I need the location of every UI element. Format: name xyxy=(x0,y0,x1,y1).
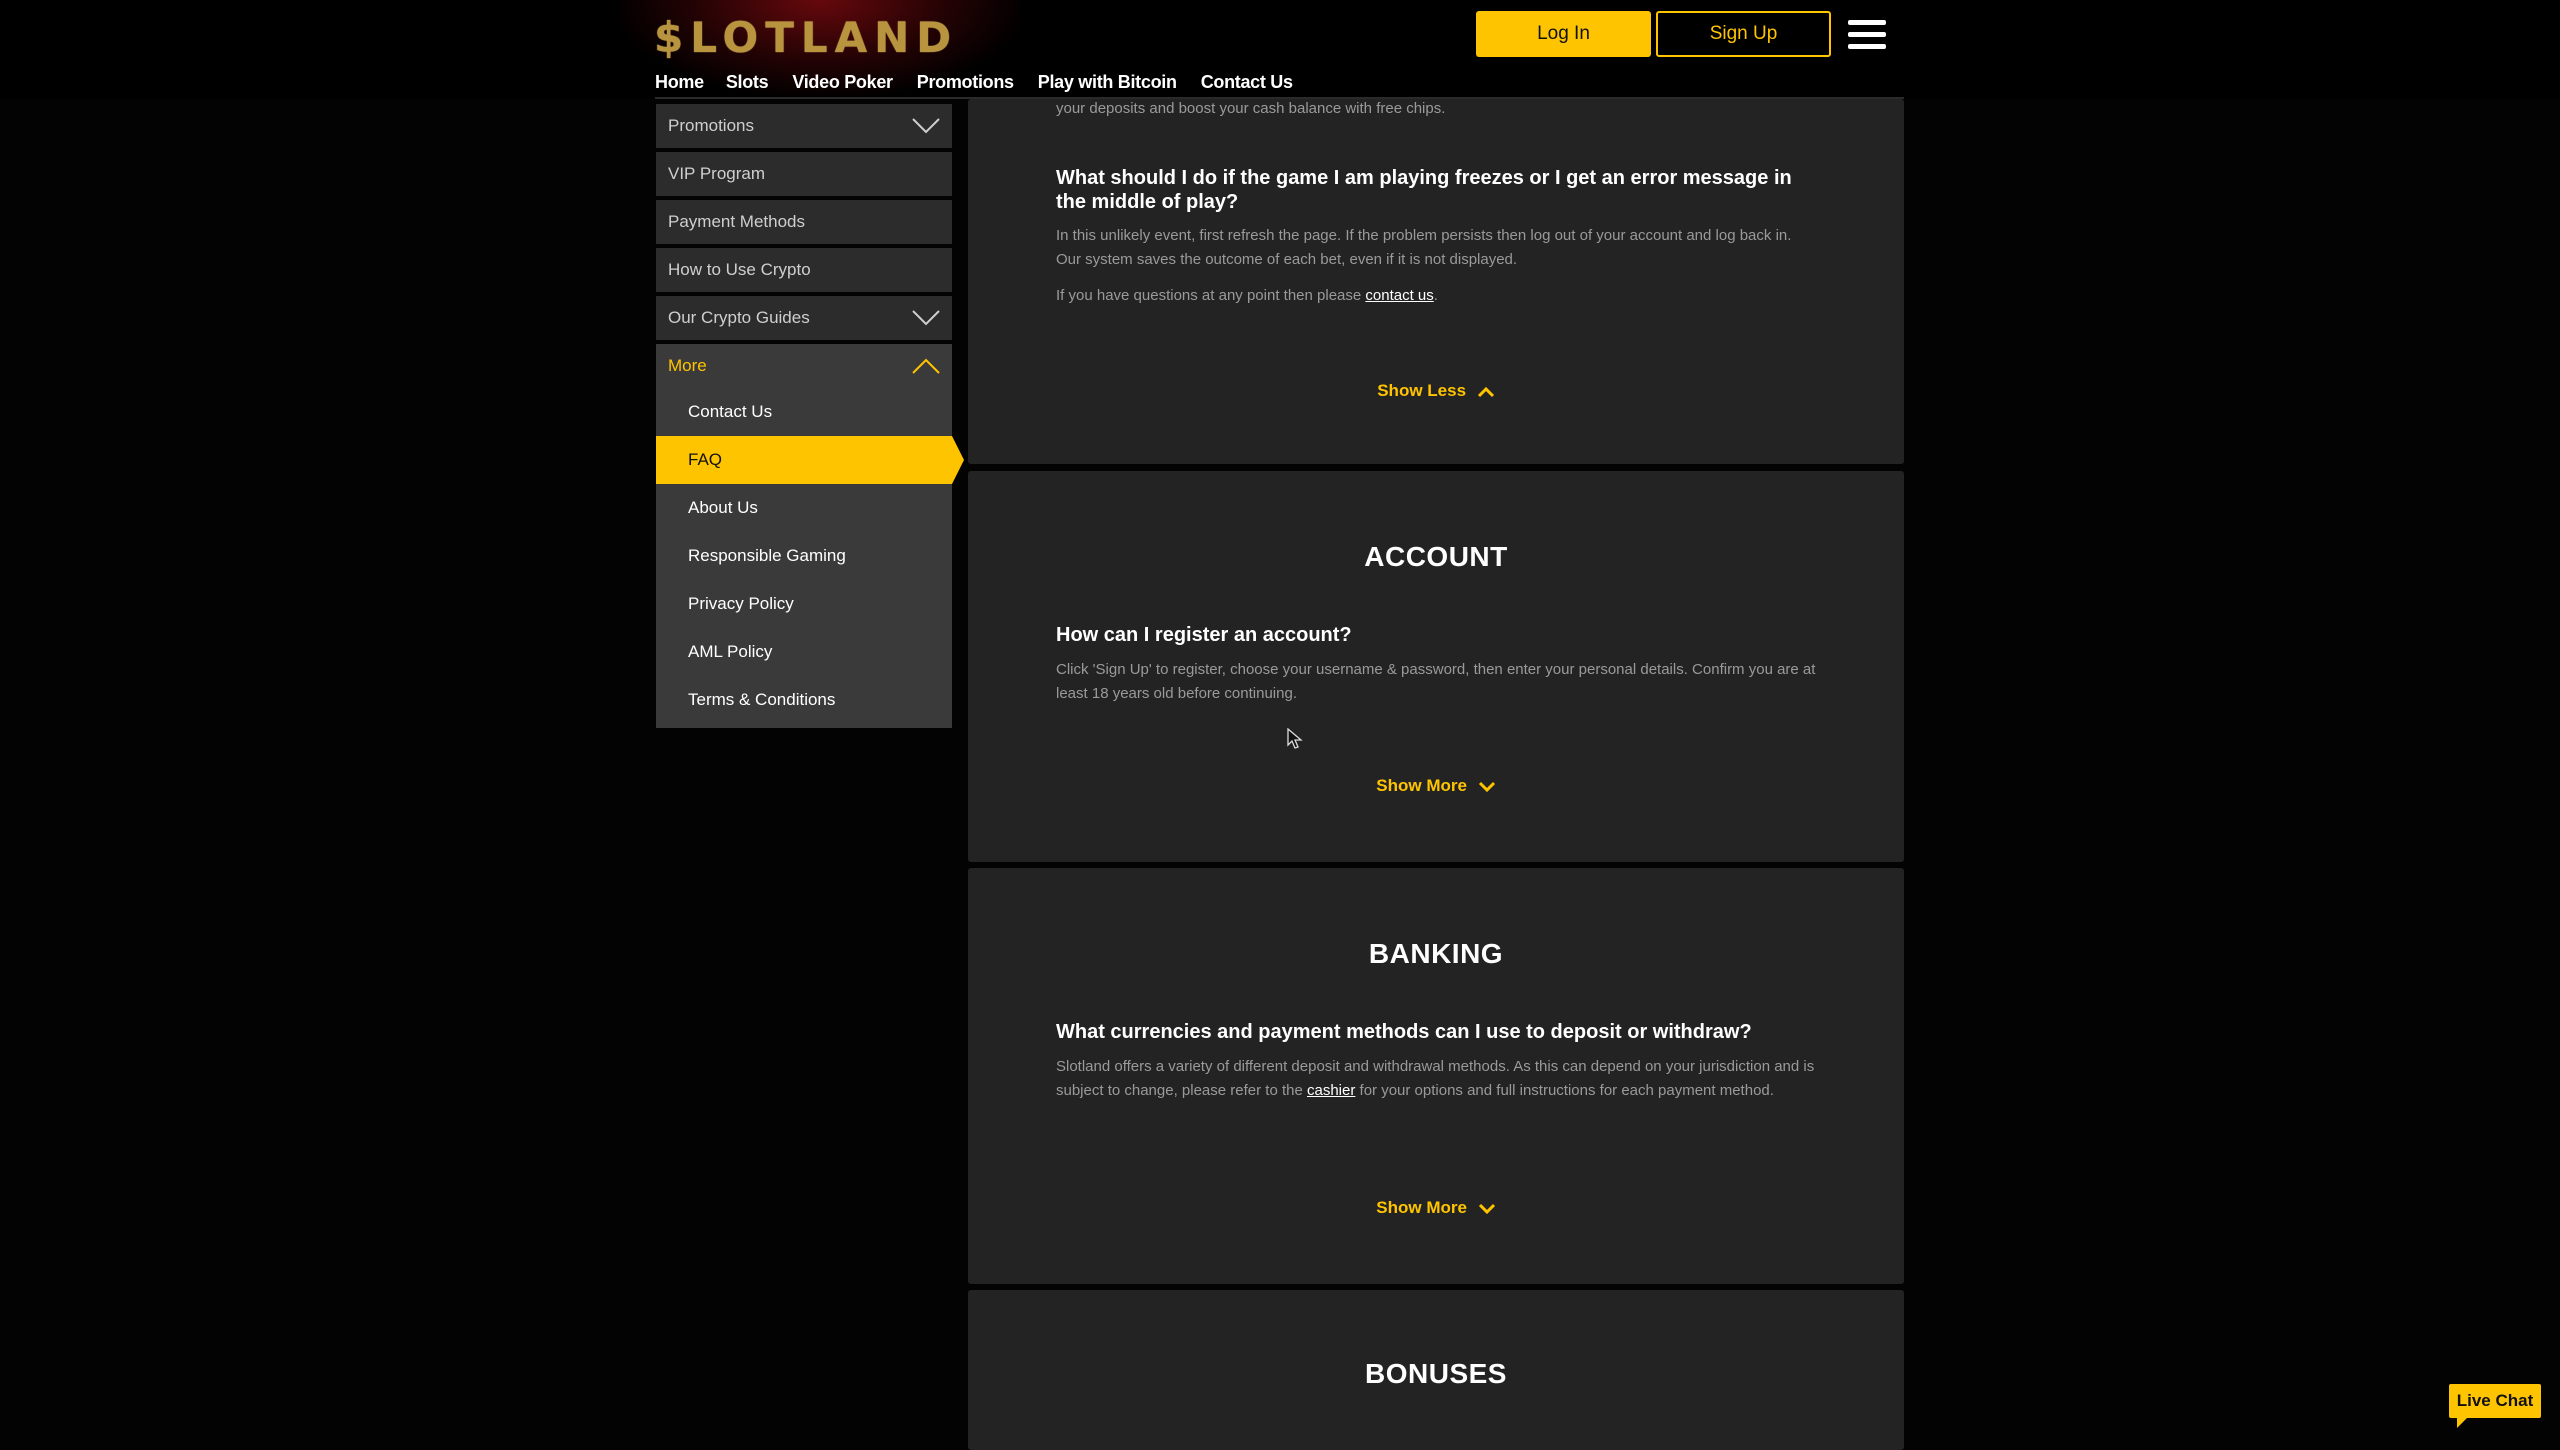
chevron-down-icon xyxy=(1478,781,1495,792)
show-more-label: Show More xyxy=(1376,1198,1467,1217)
chevron-down-icon xyxy=(912,310,940,326)
sidebar-item-how-to-use-crypto[interactable]: How to Use Crypto xyxy=(656,248,952,292)
mouse-cursor-icon xyxy=(1287,728,1303,749)
submenu-item-faq[interactable]: FAQ xyxy=(656,436,964,484)
faq-card-banking: BANKING What currencies and payment meth… xyxy=(968,868,1904,1284)
submenu-item-about-us[interactable]: About Us xyxy=(656,484,952,532)
menu-hamburger-icon[interactable] xyxy=(1848,20,1886,50)
sidebar-item-promotions[interactable]: Promotions xyxy=(656,104,952,148)
nav-promotions[interactable]: Promotions xyxy=(917,72,1014,93)
signup-button[interactable]: Sign Up xyxy=(1656,11,1831,57)
contact-suffix: . xyxy=(1433,287,1438,304)
faq-answer: In this unlikely event, first refresh th… xyxy=(1056,224,1816,272)
sidebar-item-label: VIP Program xyxy=(668,164,766,183)
nav-video-poker[interactable]: Video Poker xyxy=(792,72,893,93)
show-more-label: Show More xyxy=(1376,776,1467,795)
chevron-up-icon xyxy=(1477,386,1494,397)
sidebar-item-more[interactable]: More xyxy=(656,344,952,388)
submenu-item-aml-policy[interactable]: AML Policy xyxy=(656,628,952,676)
sidebar-item-label: More xyxy=(668,356,707,375)
faq-question: What currencies and payment methods can … xyxy=(1056,1021,1752,1043)
section-title-bonuses: BONUSES xyxy=(1365,1358,1507,1389)
sidebar-item-vip-program[interactable]: VIP Program xyxy=(656,152,952,196)
sidebar-item-label: How to Use Crypto xyxy=(668,260,811,279)
show-less-toggle[interactable]: Show Less xyxy=(968,381,1904,401)
submenu-item-responsible-gaming[interactable]: Responsible Gaming xyxy=(656,532,952,580)
submenu-item-privacy-policy[interactable]: Privacy Policy xyxy=(656,580,952,628)
faq-answer-line: Our system saves the outcome of each bet… xyxy=(1056,251,1518,268)
speech-tail-icon xyxy=(2457,1418,2467,1428)
faq-answer: Click 'Sign Up' to register, choose your… xyxy=(1056,661,1816,702)
chevron-down-icon xyxy=(1478,1203,1495,1214)
login-button[interactable]: Log In xyxy=(1476,11,1651,57)
sidebar-item-our-crypto-guides[interactable]: Our Crypto Guides xyxy=(656,296,952,340)
active-pointer-icon xyxy=(952,436,964,484)
sidebar-item-label: Payment Methods xyxy=(668,212,806,231)
nav-home[interactable]: Home xyxy=(655,72,704,93)
site-header: $LOTLAND Log In Sign Up Home Slots Video… xyxy=(0,0,2560,99)
live-chat-label: Live Chat xyxy=(2456,1391,2534,1410)
answer-text-cut: your deposits and boost your cash balanc… xyxy=(1056,100,1446,117)
faq-question: How can I register an account? xyxy=(1056,624,1352,646)
show-more-toggle[interactable]: Show More xyxy=(968,776,1904,796)
sidebar-item-label: Our Crypto Guides xyxy=(668,308,810,327)
more-submenu: Contact Us FAQ About Us Responsible Gami… xyxy=(656,388,964,728)
nav-slots[interactable]: Slots xyxy=(726,72,769,93)
faq-question: What should I do if the game I am playin… xyxy=(1056,167,1792,213)
nav-contact-us[interactable]: Contact Us xyxy=(1201,72,1293,93)
sidebar-item-payment-methods[interactable]: Payment Methods xyxy=(656,200,952,244)
sidebar-item-label: Promotions xyxy=(668,116,754,135)
faq-card-general: your deposits and boost your cash balanc… xyxy=(968,99,1904,464)
slotland-logo[interactable]: $LOTLAND xyxy=(654,14,958,62)
contact-us-link[interactable]: contact us xyxy=(1365,287,1433,304)
faq-card-bonuses: BONUSES xyxy=(968,1290,1904,1450)
faq-answer-line: In this unlikely event, first refresh th… xyxy=(1056,227,1792,244)
chevron-up-icon xyxy=(912,358,940,374)
live-chat-button[interactable]: Live Chat xyxy=(2449,1384,2541,1428)
section-title-account: ACCOUNT xyxy=(1364,541,1508,572)
faq-answer: Slotland offers a variety of different d… xyxy=(1056,1055,1816,1103)
show-less-label: Show Less xyxy=(1377,381,1467,400)
nav-play-with-bitcoin[interactable]: Play with Bitcoin xyxy=(1038,72,1177,93)
top-navigation: Home Slots Video Poker Promotions Play w… xyxy=(655,72,1317,93)
faq-card-account: ACCOUNT How can I register an account? C… xyxy=(968,471,1904,862)
chevron-down-icon xyxy=(912,118,940,134)
sidebar-menu: Promotions VIP Program Payment Methods H… xyxy=(656,104,964,728)
submenu-item-contact-us[interactable]: Contact Us xyxy=(656,388,952,436)
answer-suffix: for your options and full instructions f… xyxy=(1355,1082,1774,1099)
contact-prefix: If you have questions at any point then … xyxy=(1056,287,1366,304)
submenu-item-label: FAQ xyxy=(688,450,723,469)
show-more-toggle[interactable]: Show More xyxy=(968,1198,1904,1218)
faq-contact-line: If you have questions at any point then … xyxy=(1056,284,1816,308)
submenu-item-terms-conditions[interactable]: Terms & Conditions xyxy=(656,676,952,724)
section-title-banking: BANKING xyxy=(1368,938,1504,969)
cashier-link[interactable]: cashier xyxy=(1307,1082,1355,1099)
